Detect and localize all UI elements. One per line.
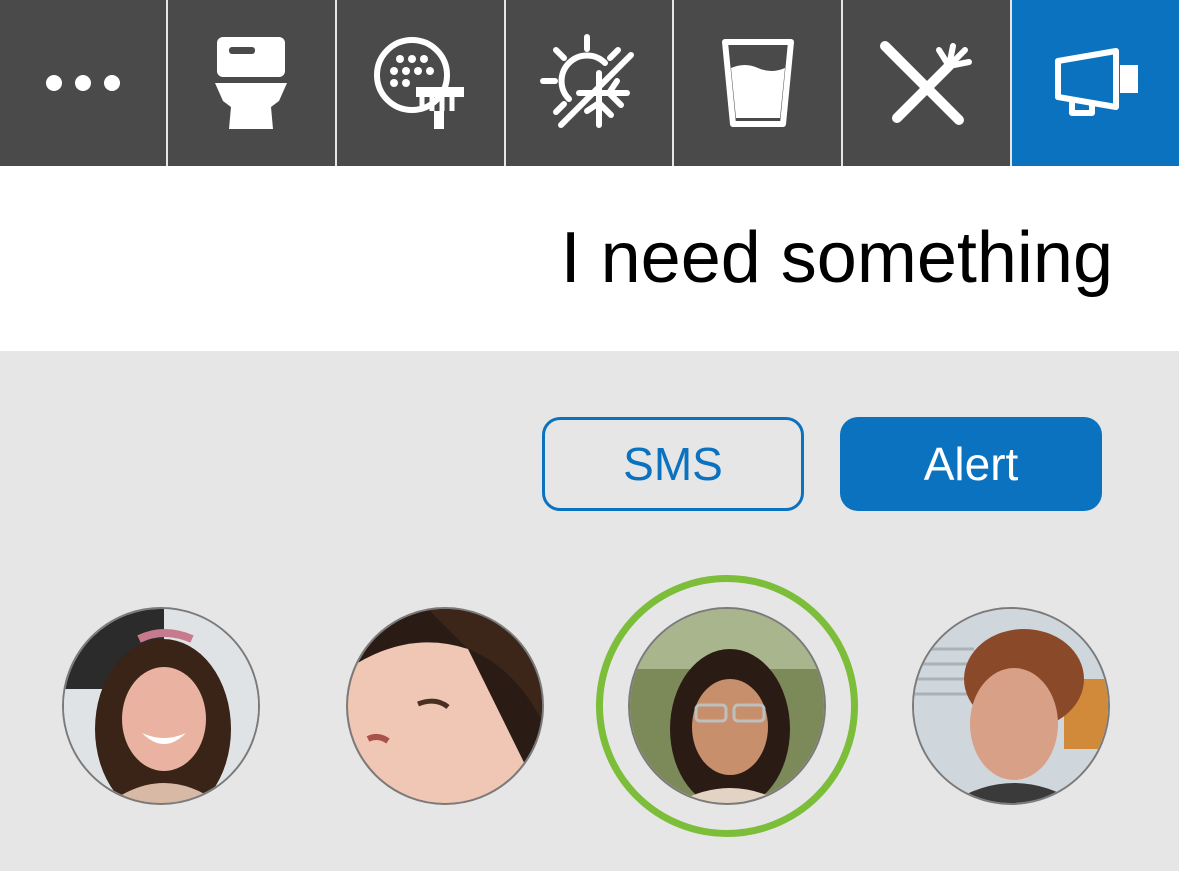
page-title: I need something <box>560 218 1113 298</box>
main-panel: SMS Alert <box>0 351 1179 871</box>
contact-avatar-4[interactable] <box>912 607 1110 805</box>
food-button[interactable] <box>843 0 1013 166</box>
drink-icon <box>721 38 795 128</box>
toilet-icon <box>211 35 291 131</box>
megaphone-icon <box>1050 47 1142 119</box>
alert-button[interactable]: Alert <box>840 417 1102 511</box>
header: I need something <box>0 166 1179 351</box>
food-icon <box>879 40 975 126</box>
toilet-button[interactable] <box>167 0 337 166</box>
temperature-icon <box>539 33 639 133</box>
contact-avatar-1[interactable] <box>62 607 260 805</box>
announce-button[interactable] <box>1012 0 1179 166</box>
hygiene-button[interactable] <box>336 0 506 166</box>
shower-icon <box>372 35 468 131</box>
category-toolbar <box>0 0 1179 166</box>
drink-button[interactable] <box>674 0 844 166</box>
more-icon <box>43 71 123 95</box>
sms-button[interactable]: SMS <box>542 417 804 511</box>
contact-avatar-2[interactable] <box>346 607 544 805</box>
more-button[interactable] <box>0 0 168 166</box>
contact-avatar-3[interactable] <box>628 607 826 805</box>
temperature-button[interactable] <box>505 0 675 166</box>
